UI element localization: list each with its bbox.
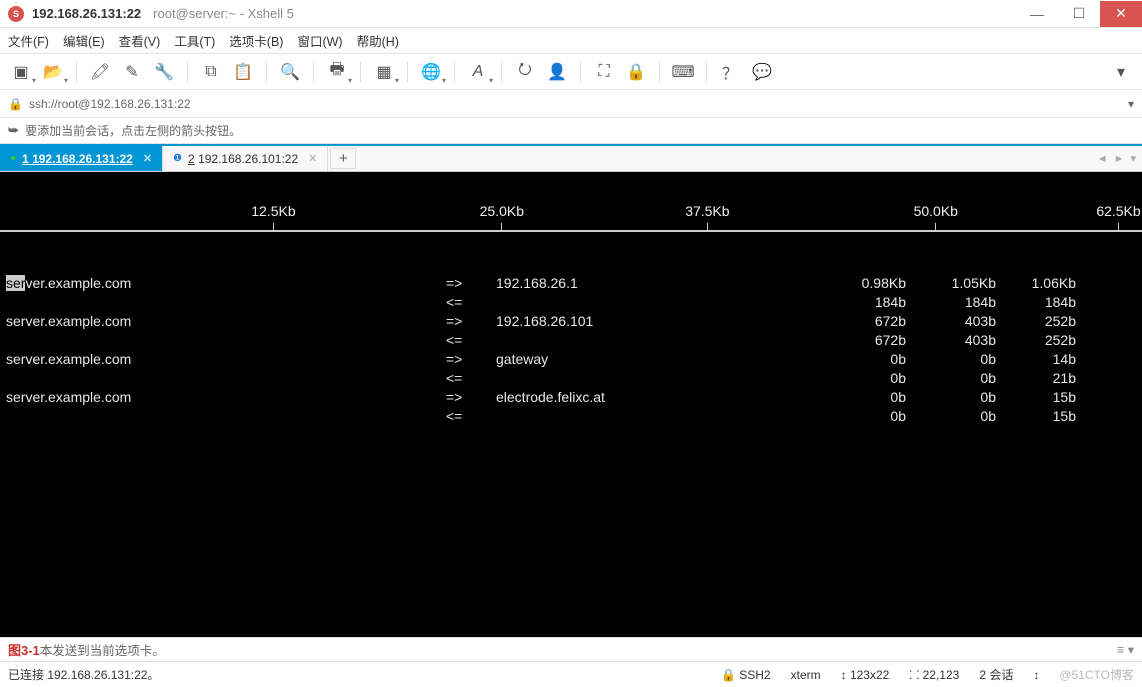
- conn-row-tx: server.example.com=>electrode.felixc.at0…: [6, 388, 1142, 407]
- toolbar-separator: [580, 61, 581, 83]
- font-icon[interactable]: A: [465, 59, 491, 85]
- add-tab-button[interactable]: +: [330, 148, 356, 169]
- status-bar: 已连接 192.168.26.131:22。 🔒 SSH2 xterm ↕ 12…: [0, 661, 1142, 687]
- figure-caption-bar: 图3-1 本发送到当前选项卡。 ≡ ▾: [0, 637, 1142, 661]
- close-button[interactable]: ✕: [1100, 1, 1142, 27]
- menu-help[interactable]: 帮助(H): [357, 31, 399, 50]
- tab-list-icon[interactable]: ▾: [1130, 152, 1136, 165]
- help-icon[interactable]: ？: [717, 59, 743, 85]
- status-dot-icon: ❶: [173, 153, 182, 164]
- conn-row-tx: server.example.com=>192.168.26.101672b40…: [6, 312, 1142, 331]
- session-tabs: ● 1 192.168.26.131:22 ✕ ❶ 2 192.168.26.1…: [0, 144, 1142, 172]
- connection-list: server.example.com=>192.168.26.10.98Kb1.…: [0, 274, 1142, 426]
- status-sessions: 2 会话: [979, 666, 1013, 683]
- status-conn: 已连接 192.168.26.131:22。: [8, 666, 159, 683]
- toolbar-menu-icon[interactable]: ▾: [1108, 59, 1134, 85]
- conn-row-rx: <=0b0b21b: [6, 369, 1142, 388]
- close-tab-icon[interactable]: ✕: [143, 152, 152, 165]
- toolbar-separator: [501, 61, 502, 83]
- menu-file[interactable]: 文件(F): [8, 31, 49, 50]
- address-bar[interactable]: 🔒 ssh://root@192.168.26.131:22 ▾: [0, 90, 1142, 118]
- tab-next-icon[interactable]: ►: [1114, 153, 1125, 165]
- app-icon: S: [8, 6, 24, 22]
- status-term: xterm: [791, 668, 821, 682]
- refresh-icon[interactable]: ⭮: [512, 59, 538, 85]
- toolbar-separator: [454, 61, 455, 83]
- search-icon[interactable]: 🔍: [277, 59, 303, 85]
- hint-text: 要添加当前会话，点击左侧的箭头按钮。: [25, 122, 241, 139]
- scale-tick: 25.0Kb: [480, 202, 524, 231]
- list-menu-icon[interactable]: ≡ ▾: [1117, 642, 1134, 657]
- status-proto: 🔒 SSH2: [721, 668, 771, 682]
- print-icon[interactable]: 🖶: [324, 59, 350, 85]
- toolbar-separator: [187, 61, 188, 83]
- close-tab-icon[interactable]: ✕: [308, 152, 317, 165]
- highlight-icon[interactable]: 🖍: [87, 59, 113, 85]
- new-session-icon[interactable]: ▣: [8, 59, 34, 85]
- copy-icon[interactable]: ⧉: [198, 59, 224, 85]
- terminal[interactable]: 12.5Kb25.0Kb37.5Kb50.0Kb62.5Kb server.ex…: [0, 172, 1142, 637]
- title-bar: S 192.168.26.131:22 root@server:~ - Xshe…: [0, 0, 1142, 28]
- toolbar-separator: [407, 61, 408, 83]
- fullscreen-icon[interactable]: ⛶: [591, 59, 617, 85]
- watermark: @51CTO博客: [1059, 666, 1134, 683]
- menu-edit[interactable]: 编辑(E): [63, 31, 105, 50]
- figure-label: 图3-1: [8, 640, 40, 659]
- scale-tick: 50.0Kb: [914, 202, 958, 231]
- menu-tools[interactable]: 工具(T): [174, 31, 215, 50]
- menu-window[interactable]: 窗口(W): [297, 31, 342, 50]
- status-caps-icon: ↕: [1033, 668, 1039, 682]
- figure-text: 本发送到当前选项卡。: [40, 640, 165, 659]
- status-dot-icon: ●: [10, 153, 16, 164]
- conn-row-rx: <=184b184b184b: [6, 293, 1142, 312]
- hint-bar: ⮩ 要添加当前会话，点击左侧的箭头按钮。: [0, 118, 1142, 144]
- conn-row-tx: server.example.com=>gateway0b0b14b: [6, 350, 1142, 369]
- toolbar-separator: [313, 61, 314, 83]
- status-cursor: ⸬ 22,123: [909, 666, 959, 683]
- minimize-button[interactable]: —: [1016, 1, 1058, 27]
- chat-icon[interactable]: 💬: [749, 59, 775, 85]
- tab-nav: ◄ ► ▾: [1091, 146, 1142, 171]
- paste-icon[interactable]: 📋: [230, 59, 256, 85]
- user-icon[interactable]: 👤: [544, 59, 570, 85]
- maximize-button[interactable]: ☐: [1058, 1, 1100, 27]
- tab-prev-icon[interactable]: ◄: [1097, 153, 1108, 165]
- tab-session-1[interactable]: ● 1 192.168.26.131:22 ✕: [0, 146, 163, 171]
- menu-view[interactable]: 查看(V): [119, 31, 161, 50]
- toolbar-separator: [659, 61, 660, 83]
- conn-row-tx: server.example.com=>192.168.26.10.98Kb1.…: [6, 274, 1142, 293]
- conn-row-rx: <=672b403b252b: [6, 331, 1142, 350]
- address-menu-icon[interactable]: ▾: [1128, 97, 1134, 111]
- scale-axis: 12.5Kb25.0Kb37.5Kb50.0Kb62.5Kb: [0, 210, 1142, 232]
- keyboard-icon[interactable]: ⌨: [670, 59, 696, 85]
- window-title-main: 192.168.26.131:22: [32, 6, 141, 21]
- toolbar-separator: [76, 61, 77, 83]
- open-folder-icon[interactable]: 📂: [40, 59, 66, 85]
- layout-icon[interactable]: ▦: [371, 59, 397, 85]
- conn-row-rx: <=0b0b15b: [6, 407, 1142, 426]
- lock-icon[interactable]: 🔒: [623, 59, 649, 85]
- toolbar-separator: [360, 61, 361, 83]
- tab-session-2[interactable]: ❶ 2 192.168.26.101:22 ✕: [163, 146, 328, 171]
- arrow-icon[interactable]: ⮩: [8, 123, 19, 138]
- scale-tick: 62.5Kb: [1096, 202, 1140, 231]
- wand-icon[interactable]: ✎: [119, 59, 145, 85]
- toolbar-separator: [706, 61, 707, 83]
- window-controls: — ☐ ✕: [1016, 1, 1142, 27]
- address-url: ssh://root@192.168.26.131:22: [29, 97, 191, 111]
- scale-tick: 37.5Kb: [685, 202, 729, 231]
- globe-icon[interactable]: 🌐: [418, 59, 444, 85]
- toolbar: ▣ 📂 🖍 ✎ 🔧 ⧉ 📋 🔍 🖶 ▦ 🌐 A ⭮ 👤 ⛶ 🔒 ⌨ ？ 💬 ▾: [0, 54, 1142, 90]
- menu-tabs[interactable]: 选项卡(B): [229, 31, 283, 50]
- menu-bar: 文件(F) 编辑(E) 查看(V) 工具(T) 选项卡(B) 窗口(W) 帮助(…: [0, 28, 1142, 54]
- wrench-icon[interactable]: 🔧: [151, 59, 177, 85]
- lock-icon: 🔒: [8, 97, 23, 111]
- toolbar-separator: [266, 61, 267, 83]
- scale-tick: 12.5Kb: [251, 202, 295, 231]
- status-size: ↕ 123x22: [841, 668, 890, 682]
- window-title-sub: root@server:~ - Xshell 5: [153, 6, 294, 21]
